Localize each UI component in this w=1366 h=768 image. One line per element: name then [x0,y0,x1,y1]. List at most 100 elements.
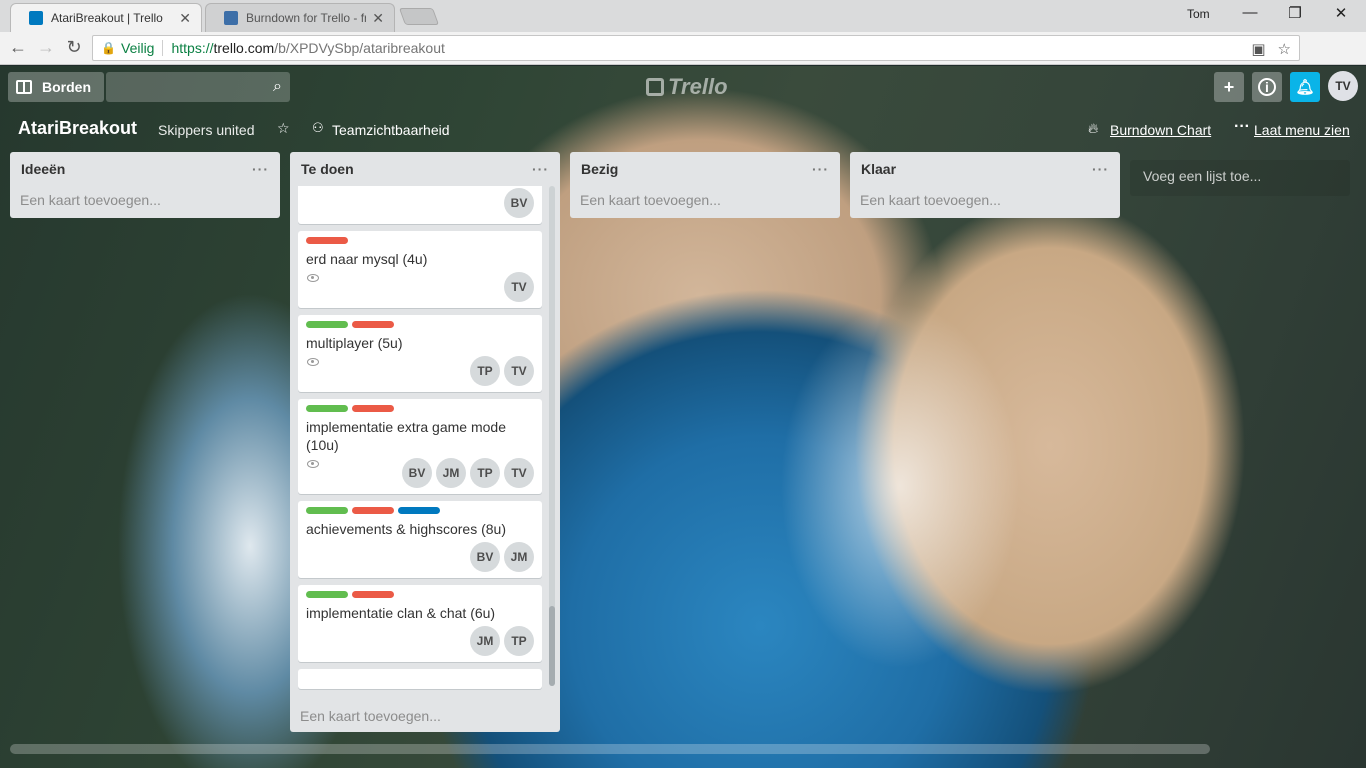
member-initials: BV [476,550,494,564]
member-avatar[interactable]: JM [504,542,534,572]
burndown-chart-link[interactable]: Burndown Chart [1110,122,1211,138]
card[interactable] [298,669,542,689]
list-te-doen: Te doen ··· BV erd naar mysql (4u) TV mu… [290,152,560,732]
member-initials: JM [442,466,460,480]
list-klaar: Klaar ··· Een kaart toevoegen... [850,152,1120,218]
list-menu-icon[interactable]: ··· [252,161,269,177]
list-title[interactable]: Bezig [581,161,812,177]
url-host: trello.com [213,40,275,56]
member-avatar[interactable]: TP [470,356,500,386]
add-card-button[interactable]: Een kaart toevoegen... [10,186,280,218]
list-title[interactable]: Te doen [301,161,532,177]
tab-title: Burndown for Trello - fre [246,11,367,25]
close-tab-icon[interactable]: ✕ [179,10,191,27]
member-avatar[interactable]: TV [504,356,534,386]
add-card-button[interactable]: Een kaart toevoegen... [290,698,560,734]
member-avatar[interactable]: TP [504,626,534,656]
trello-favicon-icon [29,11,43,25]
card-label-red [352,321,394,328]
member-avatar[interactable]: TV [504,458,534,488]
add-card-button[interactable]: Een kaart toevoegen... [570,186,840,218]
list-menu-icon[interactable]: ··· [812,161,829,177]
logo-text: Trello [668,74,728,99]
restore-icon[interactable]: ❐ [1285,4,1305,22]
browser-tab-trello[interactable]: AtariBreakout | Trello ✕ [10,3,202,32]
member-avatar[interactable]: JM [470,626,500,656]
show-menu-link[interactable]: Laat menu zien [1254,122,1350,138]
burndown-favicon-icon [224,11,238,25]
card-title: erd naar mysql (4u) [306,251,428,267]
board-horizontal-scrollbar[interactable] [10,744,1210,754]
url-scheme: https:// [171,40,214,56]
info-icon: i [1258,78,1276,96]
profile-name[interactable]: Tom [1187,7,1210,21]
member-initials: TV [511,466,527,480]
notifications-button[interactable]: 🔔︎ [1290,72,1320,102]
card-title: implementatie clan & chat (6u) [306,605,496,621]
watch-icon [307,358,319,366]
member-initials: TV [511,280,527,294]
minimize-icon[interactable]: — [1240,4,1260,21]
card-label-red [306,237,348,244]
team-visibility-icon: ⚇ [312,120,324,135]
card-title: implementatie extra game mode (10u) [306,419,506,453]
browser-tab-burndown[interactable]: Burndown for Trello - fre ✕ [205,3,395,32]
member-initials: JM [510,550,528,564]
card[interactable]: erd naar mysql (4u) TV [298,231,542,308]
card-list: BV erd naar mysql (4u) TV multiplayer (5… [290,186,560,698]
add-list-button[interactable]: Voeg een lijst toe... [1130,160,1350,196]
add-button[interactable]: + [1214,72,1244,102]
browser-tabstrip: AtariBreakout | Trello ✕ Burndown for Tr… [0,0,1366,32]
list-title[interactable]: Ideeën [21,161,252,177]
card-label-red [352,507,394,514]
card[interactable]: implementatie clan & chat (6u) JM TP [298,585,542,662]
star-icon[interactable]: ☆ [277,120,290,137]
trello-header: Borden ⌕ Trello + i 🔔︎ TV [0,66,1366,106]
trello-board-area: Borden ⌕ Trello + i 🔔︎ TV AtariBreakout … [0,66,1366,768]
address-bar[interactable]: 🔒 Veilig https:// trello.com /b/XPDVySbp… [92,35,1300,61]
forward-icon[interactable]: → [35,37,57,58]
list-menu-icon[interactable]: ··· [1092,161,1109,177]
member-avatar[interactable]: JM [436,458,466,488]
bookmark-star-icon[interactable]: ☆ [1278,40,1291,58]
info-button[interactable]: i [1252,72,1282,102]
search-input[interactable]: ⌕ [106,72,290,102]
back-icon[interactable]: ← [7,37,29,58]
board-team[interactable]: Skippers united [158,122,255,138]
cast-icon[interactable]: ▣ [1251,40,1265,58]
member-avatar[interactable]: TP [470,458,500,488]
member-avatar[interactable]: TV [504,272,534,302]
board-title[interactable]: AtariBreakout [18,118,137,139]
card-label-green [306,507,348,514]
card-title: achievements & highscores (8u) [306,521,506,537]
card-label-green [306,405,348,412]
avatar[interactable]: TV [1328,71,1358,101]
flame-icon: 🔥︎ [1088,120,1099,136]
list-menu-icon[interactable]: ··· [532,161,549,177]
card[interactable]: achievements & highscores (8u) BV JM [298,501,542,578]
close-window-icon[interactable]: ✕ [1331,4,1351,22]
list-scrollbar-thumb[interactable] [549,606,555,686]
watch-icon [307,274,319,282]
boards-button[interactable]: Borden [8,72,104,102]
board-visibility[interactable]: Teamzichtbaarheid [332,122,450,138]
card[interactable]: implementatie extra game mode (10u) BV J… [298,399,542,494]
reload-icon[interactable]: ↻ [63,37,85,58]
member-initials: BV [510,196,528,210]
search-icon[interactable]: ⌕ [273,78,282,96]
bell-icon: 🔔︎ [1295,79,1315,96]
close-tab-icon[interactable]: ✕ [372,10,384,27]
boards-icon [16,80,32,94]
member-avatar[interactable]: BV [470,542,500,572]
member-initials: JM [476,634,494,648]
card[interactable]: BV [298,186,542,224]
list-title[interactable]: Klaar [861,161,1092,177]
card[interactable]: multiplayer (5u) TP TV [298,315,542,392]
card-title: multiplayer (5u) [306,335,403,351]
new-tab-button[interactable] [398,8,440,25]
member-avatar[interactable]: BV [402,458,432,488]
trello-logo[interactable]: Trello [646,74,728,100]
add-card-button[interactable]: Een kaart toevoegen... [850,186,1120,218]
member-avatar[interactable]: BV [504,188,534,218]
avatar-initials: TV [1335,79,1351,93]
